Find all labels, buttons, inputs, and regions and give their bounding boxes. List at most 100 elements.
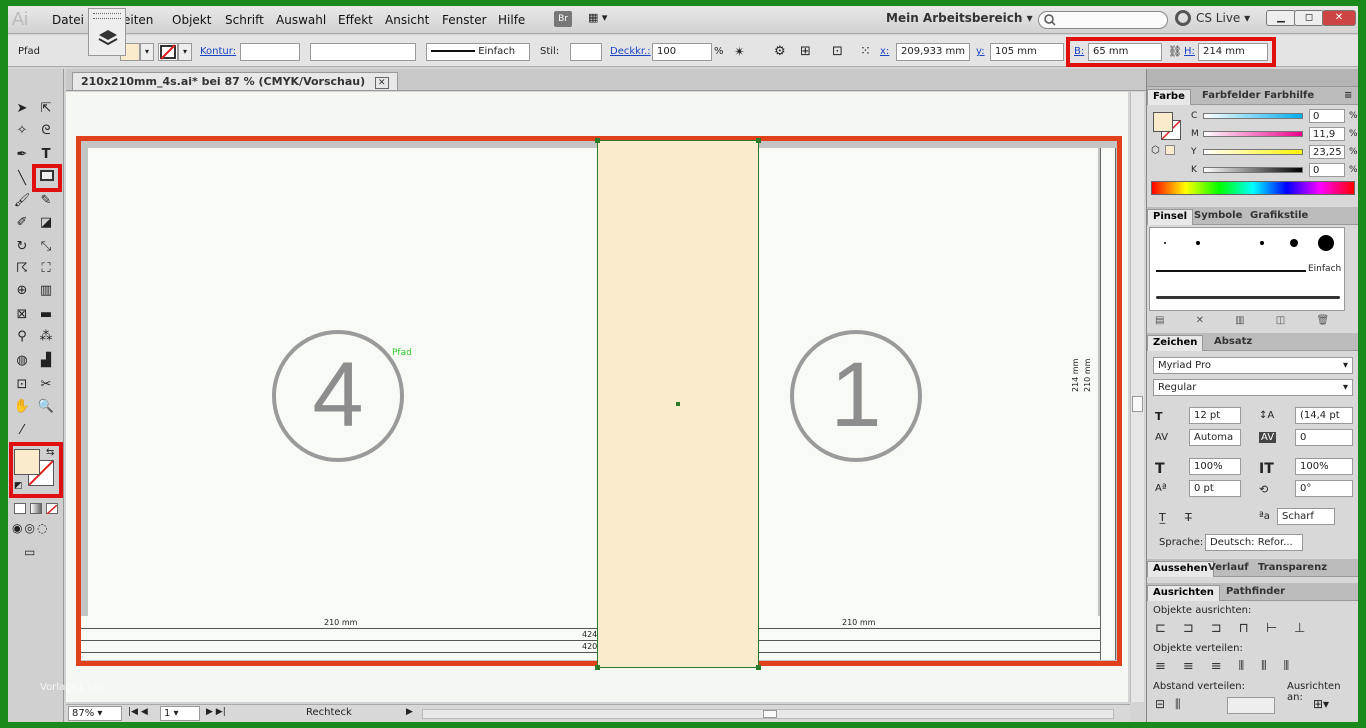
channel-m-field[interactable]: 11,9 bbox=[1309, 127, 1345, 141]
stroke-swatch[interactable] bbox=[158, 43, 178, 61]
horizontal-scale-field[interactable]: 100% bbox=[1295, 458, 1353, 475]
tab-ausrichten[interactable]: Ausrichten bbox=[1147, 585, 1220, 601]
leading-field[interactable]: (14,4 pt bbox=[1295, 407, 1353, 424]
channel-m-slider[interactable] bbox=[1203, 131, 1303, 137]
graph-tool-icon[interactable]: ▟ bbox=[36, 351, 56, 371]
deckkraft-link[interactable]: Deckkr.: bbox=[610, 46, 651, 57]
fill-dropdown[interactable]: ▾ bbox=[140, 43, 154, 61]
menu-schrift[interactable]: Schrift bbox=[225, 13, 264, 27]
mesh-tool-icon[interactable]: ⊠ bbox=[12, 305, 32, 325]
channel-c-slider[interactable] bbox=[1203, 113, 1303, 119]
tab-pinsel[interactable]: Pinsel bbox=[1147, 209, 1194, 225]
arrange-documents-button[interactable]: ▦ ▾ bbox=[588, 11, 616, 27]
paintbrush-icon[interactable]: 🖌 bbox=[12, 191, 32, 211]
h-scroll-thumb[interactable] bbox=[763, 710, 777, 718]
brush-dot-4[interactable] bbox=[1290, 239, 1298, 247]
spacing-field[interactable] bbox=[1227, 697, 1275, 714]
character-rotation-field[interactable]: 0° bbox=[1295, 480, 1353, 497]
align-objects-buttons[interactable]: ⊏⊐⊐⊓⊢⊥ bbox=[1155, 621, 1322, 636]
scroll-thumb[interactable] bbox=[1132, 396, 1143, 412]
strikethrough-icon[interactable]: T̶ bbox=[1185, 511, 1192, 524]
channel-k-field[interactable]: 0 bbox=[1309, 163, 1345, 177]
menu-bearbeiten-suffix[interactable]: eiten bbox=[123, 13, 153, 27]
menu-ansicht[interactable]: Ansicht bbox=[385, 13, 429, 27]
shape-builder-icon[interactable]: ⊕ bbox=[12, 281, 32, 301]
style-field[interactable] bbox=[570, 43, 602, 61]
artboard-nav-next[interactable]: ▶ ▶| bbox=[206, 707, 226, 717]
x-field[interactable]: 209,933 mm bbox=[896, 43, 970, 61]
channel-c-field[interactable]: 0 bbox=[1309, 109, 1345, 123]
align-to-selector[interactable]: ⊞▾ bbox=[1313, 697, 1329, 711]
document-tab[interactable]: 210x210mm_4s.ai* bei 87 % (CMYK/Vorschau… bbox=[72, 72, 398, 90]
free-transform-icon[interactable]: ⛶ bbox=[36, 259, 56, 279]
layers-popup[interactable] bbox=[88, 8, 126, 56]
gradient-tool-icon[interactable]: ▬ bbox=[36, 305, 56, 325]
gamut-swatch[interactable] bbox=[1165, 145, 1175, 155]
panel-menu-icon[interactable]: ≡ bbox=[1339, 89, 1357, 105]
menu-effekt[interactable]: Effekt bbox=[338, 13, 373, 27]
direct-selection-tool-icon[interactable]: ⇱ bbox=[36, 99, 56, 119]
baseline-shift-field[interactable]: 0 pt bbox=[1189, 480, 1241, 497]
tab-farbhilfe[interactable]: Farbhilfe bbox=[1259, 89, 1319, 105]
language-select[interactable]: Deutsch: Refor... bbox=[1205, 534, 1303, 551]
rotate-tool-icon[interactable]: ↻ bbox=[12, 237, 32, 257]
tab-zeichen[interactable]: Zeichen bbox=[1147, 335, 1204, 351]
symbol-sprayer-icon[interactable]: ◍ bbox=[12, 351, 32, 371]
spine-rectangle-selected[interactable] bbox=[595, 138, 761, 670]
warp-tool-icon[interactable]: ☈ bbox=[12, 259, 32, 279]
gradient-mode-button[interactable] bbox=[30, 503, 42, 514]
blend-tool-icon[interactable]: ⁂ bbox=[36, 327, 56, 347]
font-size-field[interactable]: 12 pt bbox=[1189, 407, 1241, 424]
zoom-field[interactable]: 87% ▾ bbox=[68, 706, 122, 721]
tab-symbole[interactable]: Symbole bbox=[1189, 209, 1247, 225]
default-colors-icon[interactable]: ◩ bbox=[14, 481, 23, 491]
distribute-objects-buttons[interactable]: ≡≡≡⫴⫴⫴ bbox=[1155, 659, 1306, 674]
slice-tool-icon[interactable]: ✂ bbox=[36, 375, 56, 395]
close-tab-icon[interactable]: ✕ bbox=[375, 77, 389, 89]
artboard-number-field[interactable]: 1 ▾ bbox=[160, 706, 200, 721]
font-style-select[interactable]: Regular ▾ bbox=[1153, 379, 1353, 396]
width-field[interactable]: 65 mm bbox=[1088, 43, 1162, 61]
channel-y-slider[interactable] bbox=[1203, 149, 1303, 155]
magic-wand-icon[interactable]: ✧ bbox=[12, 121, 32, 141]
rectangle-tool-icon[interactable] bbox=[37, 168, 57, 188]
tab-farbfelder[interactable]: Farbfelder bbox=[1197, 89, 1266, 105]
lasso-icon[interactable]: ᘓ bbox=[36, 121, 56, 141]
status-menu-arrow[interactable]: ▶ bbox=[406, 707, 413, 717]
eraser-icon[interactable]: ◪ bbox=[36, 213, 56, 233]
brush-definition-field[interactable]: Einfach bbox=[426, 43, 530, 61]
handle-br[interactable] bbox=[756, 665, 761, 670]
artboard-tool-icon[interactable]: ⊡ bbox=[12, 375, 32, 395]
kerning-field[interactable]: Automa bbox=[1189, 429, 1241, 446]
screen-mode-icon[interactable]: ▭ bbox=[24, 545, 46, 559]
selection-tool-icon[interactable]: ➤ bbox=[12, 99, 32, 119]
line-tool-icon[interactable]: ╲ bbox=[12, 169, 32, 189]
transform-icon[interactable]: ⊡ bbox=[832, 44, 843, 59]
tab-verlauf[interactable]: Verlauf bbox=[1203, 561, 1254, 577]
hand-tool-icon[interactable]: ✋ bbox=[12, 397, 32, 417]
artboard-nav-prev[interactable]: |◀ ◀ bbox=[128, 707, 148, 717]
zoom-tool-icon[interactable]: 🔍 bbox=[36, 397, 56, 417]
link-proportions-icon[interactable]: ⛓ bbox=[1168, 45, 1182, 58]
font-family-select[interactable]: Myriad Pro ▾ bbox=[1153, 357, 1353, 374]
swap-colors-icon[interactable]: ⇆ bbox=[46, 447, 54, 458]
bridge-button[interactable]: Br bbox=[554, 11, 572, 27]
current-tool-status[interactable]: Rechteck bbox=[306, 707, 352, 718]
tracking-field[interactable]: 0 bbox=[1295, 429, 1353, 446]
tab-farbe[interactable]: Farbe bbox=[1147, 89, 1191, 105]
brush-dot-5[interactable] bbox=[1318, 235, 1334, 251]
tab-pathfinder[interactable]: Pathfinder bbox=[1221, 585, 1290, 601]
none-mode-button[interactable] bbox=[46, 503, 58, 515]
menu-objekt[interactable]: Objekt bbox=[172, 13, 211, 27]
blob-brush-icon[interactable]: ✐ bbox=[12, 213, 32, 233]
horizontal-scrollbar[interactable] bbox=[422, 709, 1114, 719]
color-spectrum[interactable] bbox=[1151, 181, 1355, 195]
brush-library[interactable]: Einfach bbox=[1149, 227, 1345, 311]
distribute-spacing-buttons[interactable]: ⊟⫼ bbox=[1155, 697, 1191, 712]
eyedropper-icon[interactable]: ⚲ bbox=[12, 327, 32, 347]
menu-datei[interactable]: Datei bbox=[52, 13, 84, 27]
menu-auswahl[interactable]: Auswahl bbox=[276, 13, 326, 27]
y-field[interactable]: 105 mm bbox=[990, 43, 1064, 61]
reference-point-icon[interactable]: ⁙ bbox=[860, 44, 871, 59]
align-icon[interactable]: ⊞ bbox=[800, 44, 811, 59]
